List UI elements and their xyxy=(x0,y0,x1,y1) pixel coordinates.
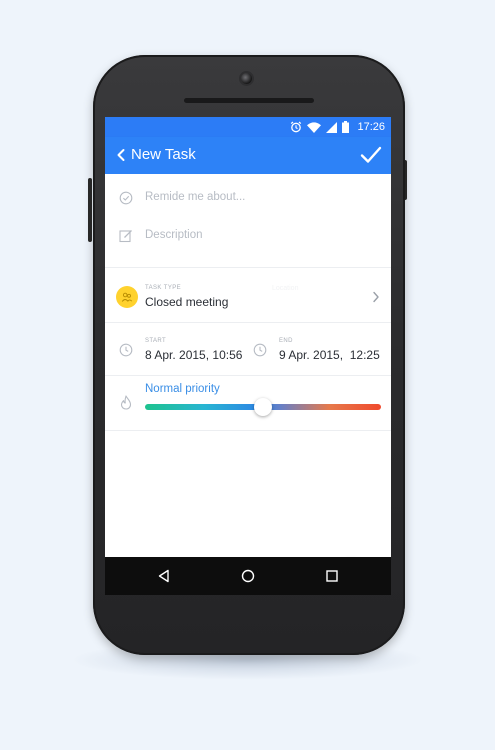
task-type-row[interactable]: TASK TYPE Closed meeting Location xyxy=(105,270,391,322)
description-field[interactable]: Description xyxy=(105,218,391,254)
task-type-badge xyxy=(116,286,138,308)
reminder-placeholder: Remide me about... xyxy=(145,191,246,203)
speaker-grille xyxy=(184,98,314,103)
edit-icon xyxy=(119,230,132,243)
check-icon[interactable] xyxy=(360,145,382,165)
alarm-icon xyxy=(291,121,302,133)
task-type-label: TASK TYPE xyxy=(145,285,182,291)
system-nav-bar xyxy=(105,557,391,595)
page-title: New Task xyxy=(131,146,196,163)
start-label: START xyxy=(145,338,167,344)
battery-icon xyxy=(342,121,350,133)
task-type-value: Closed meeting xyxy=(145,295,229,309)
flame-icon xyxy=(120,395,132,410)
location-ghost-label: Location xyxy=(272,285,299,292)
app-bar: New Task xyxy=(105,137,391,174)
end-date[interactable]: 9 Apr. 2015, 12:25 xyxy=(279,348,380,362)
priority-slider-thumb[interactable] xyxy=(254,398,272,416)
description-placeholder: Description xyxy=(145,229,203,241)
priority-row: Normal priority xyxy=(105,376,391,430)
reminder-field[interactable]: Remide me about... xyxy=(105,180,391,216)
status-bar: 17:26 xyxy=(105,117,391,137)
check-circle-icon xyxy=(119,191,133,205)
nav-recents-icon[interactable] xyxy=(325,569,339,583)
phone-frame: 17:26 New Task Remide me about... Descri… xyxy=(93,55,405,655)
wifi-icon xyxy=(307,121,322,133)
chevron-left-icon[interactable] xyxy=(113,147,129,163)
signal-icon xyxy=(326,121,338,133)
priority-label: Normal priority xyxy=(145,383,220,395)
screen: 17:26 New Task Remide me about... Descri… xyxy=(105,117,391,595)
start-date[interactable]: 8 Apr. 2015, 10:56 xyxy=(145,348,242,362)
status-time: 17:26 xyxy=(357,121,385,133)
front-camera xyxy=(241,73,252,84)
clock-icon xyxy=(119,343,133,357)
dates-row: START 8 Apr. 2015, 10:56 END 9 Apr. 2015… xyxy=(105,323,391,375)
chevron-right-icon xyxy=(373,291,379,303)
divider xyxy=(105,267,391,268)
task-form: Remide me about... Description TASK TYPE… xyxy=(105,174,391,595)
power-button xyxy=(88,178,92,242)
end-label: END xyxy=(279,338,293,344)
clock-icon xyxy=(253,343,267,357)
meeting-icon xyxy=(121,292,133,302)
divider xyxy=(105,430,391,431)
nav-back-icon[interactable] xyxy=(157,569,171,583)
nav-home-icon[interactable] xyxy=(241,569,255,583)
